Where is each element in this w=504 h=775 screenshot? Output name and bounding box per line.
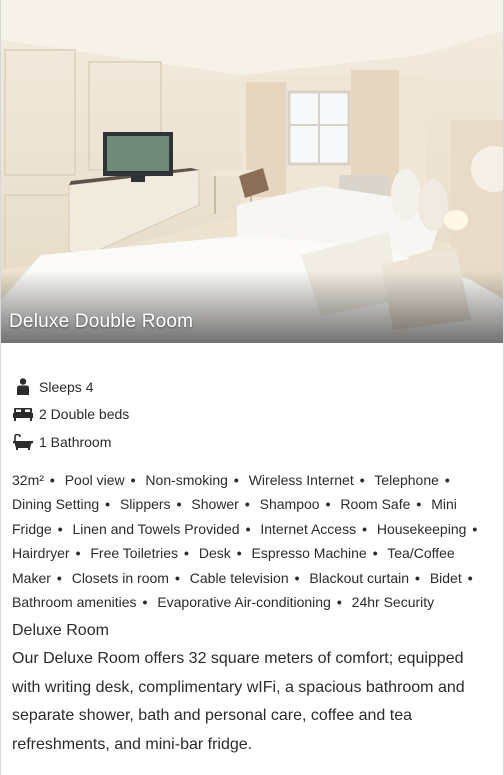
amenity-item: Slippers [119, 496, 171, 513]
description-title: Deluxe Room [12, 622, 109, 640]
amenity-item: Housekeeping [376, 520, 467, 537]
bullet-separator: • [359, 471, 365, 488]
bullet-separator: • [49, 471, 55, 488]
room-detail-page: Deluxe Double Room Sleeps 4 2 Double bed… [0, 0, 504, 775]
bullet-separator: • [294, 569, 300, 586]
amenity-item: Desk [198, 545, 231, 562]
amenity-item: Shampoo [259, 496, 320, 513]
bullet-separator: • [444, 471, 450, 488]
bath-icon [13, 433, 33, 451]
beds-row: 2 Double beds [13, 401, 491, 429]
chevron-right-icon [471, 146, 503, 343]
person-icon [13, 378, 33, 396]
room-description: Deluxe Room Our Deluxe Room offers 32 sq… [1, 619, 503, 759]
amenity-item: Bathroom amenities [12, 594, 137, 611]
amenity-item: Espresso Machine [251, 545, 367, 562]
sleeps-row: Sleeps 4 [13, 373, 491, 401]
amenity-item: Pool view [64, 471, 125, 488]
bullet-separator: • [467, 569, 473, 586]
room-title: Deluxe Double Room [9, 311, 194, 332]
amenity-item: Blackout curtain [309, 569, 410, 586]
bullet-separator: • [415, 569, 420, 586]
amenity-item: Free Toiletries [90, 545, 179, 562]
bed-icon [13, 405, 33, 423]
next-photo-button[interactable] [471, 146, 503, 192]
amenities-list: 32m² • Pool view • Non-smoking • Wireless I… [1, 468, 503, 616]
room-photo[interactable]: Deluxe Double Room [1, 0, 503, 343]
amenity-item: Shower [191, 496, 239, 513]
bullet-separator: • [372, 545, 378, 562]
amenity-item: Evaporative Air-conditioning [157, 594, 331, 611]
amenity-item: Linen and Towels Provided [72, 520, 240, 537]
amenity-item: Wireless Internet [248, 471, 354, 488]
bullet-separator: • [245, 520, 251, 537]
beds-label: 2 Double beds [39, 406, 130, 423]
amenity-item: Closets in room [71, 569, 169, 586]
bullet-separator: • [184, 545, 189, 562]
bathroom-label: 1 Bathroom [39, 433, 112, 450]
bullet-separator: • [174, 569, 180, 586]
amenity-item: Dining Setting [12, 496, 100, 513]
amenity-item: Telephone [374, 471, 439, 488]
amenity-item: Room Safe [340, 496, 411, 513]
sleeps-label: Sleeps 4 [39, 378, 94, 395]
bullet-separator: • [56, 569, 62, 586]
room-summary: Sleeps 4 2 Double beds 1 Bathroom [1, 343, 503, 456]
bullet-separator: • [236, 545, 242, 562]
amenity-item: Hairdryer [12, 545, 70, 562]
amenity-item: Cable television [189, 569, 289, 586]
bullet-separator: • [142, 594, 148, 611]
amenity-item: Non-smoking [145, 471, 228, 488]
bullet-separator: • [362, 520, 367, 537]
amenity-item: 32m² [12, 471, 44, 488]
bullet-separator: • [416, 496, 422, 513]
bullet-separator: • [336, 594, 342, 611]
bullet-separator: • [233, 471, 239, 488]
bathroom-row: 1 Bathroom [13, 428, 491, 456]
amenity-item: Internet Access [260, 520, 357, 537]
amenity-item: Bidet [429, 569, 462, 586]
bullet-separator: • [244, 496, 250, 513]
bullet-separator: • [325, 496, 331, 513]
description-body: Our Deluxe Room offers 32 square meters … [12, 650, 465, 753]
room-photo-illustration [1, 0, 503, 343]
bullet-separator: • [472, 520, 478, 537]
bullet-separator: • [105, 496, 111, 513]
bullet-separator: • [130, 471, 136, 488]
bullet-separator: • [176, 496, 182, 513]
bullet-separator: • [75, 545, 81, 562]
bullet-separator: • [57, 520, 63, 537]
amenity-item: 24hr Security [351, 594, 435, 611]
